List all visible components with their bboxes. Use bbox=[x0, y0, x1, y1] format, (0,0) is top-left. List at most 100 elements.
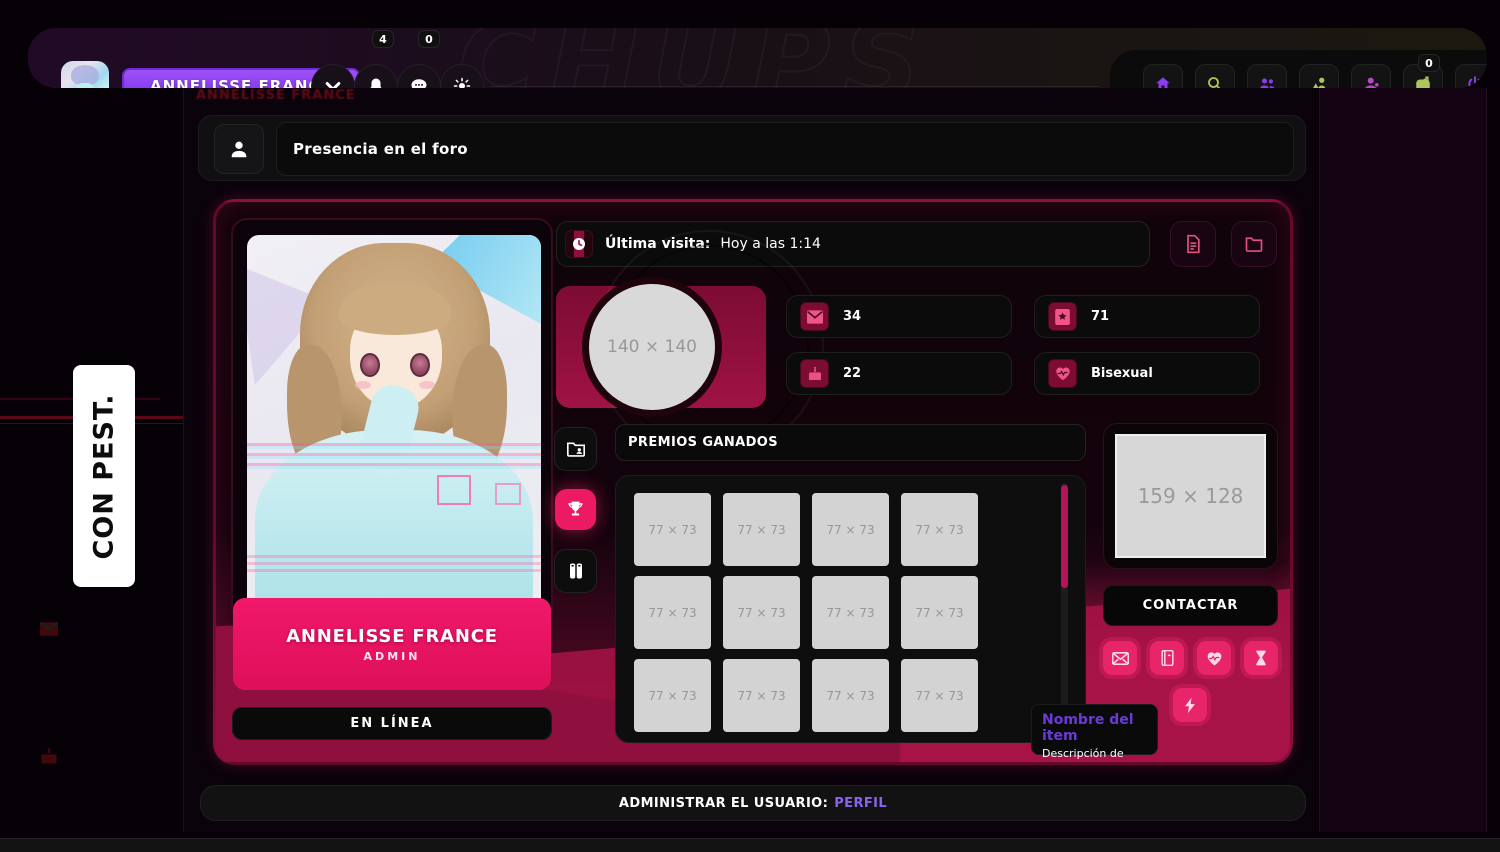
photo-art bbox=[360, 353, 380, 377]
award-slot[interactable]: 77 × 73 bbox=[812, 493, 889, 566]
lightning-icon bbox=[1183, 697, 1197, 714]
search-icon bbox=[1206, 75, 1224, 88]
stat-value: 22 bbox=[843, 366, 862, 381]
boost-button[interactable] bbox=[1173, 688, 1207, 722]
history-button[interactable] bbox=[1244, 641, 1278, 675]
awards-trophy-button[interactable] bbox=[555, 489, 596, 530]
award-slot[interactable]: 77 × 73 bbox=[634, 659, 711, 732]
award-slot[interactable]: 77 × 73 bbox=[723, 659, 800, 732]
award-slot[interactable]: 77 × 73 bbox=[723, 742, 800, 743]
envelope-icon bbox=[800, 302, 829, 331]
award-slot[interactable]: 77 × 73 bbox=[812, 742, 889, 743]
signature-image-placeholder: 159 × 128 bbox=[1115, 434, 1266, 558]
con-pest-banner: CON PEST. bbox=[73, 365, 135, 587]
wardrobe-icon bbox=[568, 562, 584, 580]
notifications-badge: 4 bbox=[372, 30, 394, 48]
nav-user-status-button[interactable] bbox=[1351, 64, 1391, 88]
photo-glitch bbox=[247, 443, 541, 469]
right-column-background bbox=[1320, 88, 1487, 832]
photo-art bbox=[339, 283, 451, 335]
nav-search-button[interactable] bbox=[1195, 64, 1235, 88]
envelope-icon bbox=[1111, 651, 1129, 665]
photo-art bbox=[410, 353, 430, 377]
bell-icon bbox=[367, 77, 385, 88]
award-slot[interactable]: 77 × 73 bbox=[901, 493, 978, 566]
stat-value: 34 bbox=[843, 309, 862, 324]
header-background-text: CHUPS bbox=[457, 28, 932, 88]
award-slot[interactable]: 77 × 73 bbox=[812, 659, 889, 732]
awards-grid: 77 × 73 77 × 73 77 × 73 77 × 73 77 × 73 77 × … bbox=[634, 493, 1059, 743]
section-title: Presencia en el foro bbox=[276, 122, 1294, 176]
clock-icon bbox=[565, 230, 593, 258]
awards-scrollbar[interactable] bbox=[1061, 483, 1068, 735]
award-slot[interactable]: 77 × 73 bbox=[901, 576, 978, 649]
mailbox-badge: 0 bbox=[1418, 54, 1440, 72]
stat-points: 71 bbox=[1034, 295, 1260, 338]
view-files-button[interactable] bbox=[1231, 221, 1277, 267]
admin-profile-link[interactable]: PERFIL bbox=[834, 796, 887, 811]
award-slot[interactable]: 77 × 73 bbox=[634, 493, 711, 566]
profile-panel: ANNELISSE FRANCE ADMIN EN LÍNEA Última v… bbox=[213, 199, 1293, 765]
online-status-button[interactable]: EN LÍNEA bbox=[232, 707, 552, 740]
wardrobe-button[interactable] bbox=[554, 549, 597, 593]
glitch-username-echo: ANNELISSE FRANCE bbox=[196, 88, 356, 103]
notifications-button[interactable] bbox=[354, 64, 398, 88]
photo-glitch bbox=[247, 555, 541, 573]
award-slot[interactable]: 77 × 73 bbox=[723, 493, 800, 566]
user-name: ANNELISSE FRANCE bbox=[286, 625, 498, 647]
send-message-button[interactable] bbox=[1103, 641, 1137, 675]
chevron-down-icon bbox=[323, 76, 343, 88]
admin-bar: ADMINISTRAR EL USUARIO: PERFIL bbox=[200, 785, 1306, 821]
nav-members-button[interactable] bbox=[1299, 64, 1339, 88]
top-header-bar: CHUPS ANNELISSE FRANCE 4 0 bbox=[28, 28, 1487, 88]
award-slot[interactable]: 77 × 73 bbox=[901, 659, 978, 732]
messages-badge: 0 bbox=[418, 30, 440, 48]
notes-button[interactable] bbox=[1150, 641, 1184, 675]
stat-messages: 34 bbox=[786, 295, 1012, 338]
photo-glitch bbox=[437, 475, 471, 505]
header-nav: 0 bbox=[1110, 50, 1487, 88]
admin-bar-label: ADMINISTRAR EL USUARIO: bbox=[618, 795, 829, 811]
award-slot[interactable]: 77 × 73 bbox=[723, 576, 800, 649]
mailbox-icon bbox=[1413, 75, 1433, 88]
document-icon bbox=[1183, 234, 1203, 254]
profile-photo bbox=[247, 235, 541, 611]
folder-user-icon bbox=[566, 440, 586, 458]
awards-folder-button[interactable] bbox=[554, 427, 597, 471]
users-icon bbox=[1258, 75, 1277, 88]
photo-art bbox=[419, 381, 435, 389]
ghost-envelope-icon bbox=[40, 622, 58, 636]
photo-glitch bbox=[495, 483, 521, 505]
user-name-plate: ANNELISSE FRANCE ADMIN bbox=[233, 598, 551, 690]
heartbeat-icon bbox=[1206, 651, 1223, 666]
stat-orientation: Bisexual bbox=[1034, 352, 1260, 395]
heartbeat-icon bbox=[1048, 359, 1077, 388]
stat-age: 22 bbox=[786, 352, 1012, 395]
nav-logout-button[interactable] bbox=[1455, 64, 1487, 88]
view-posts-button[interactable] bbox=[1170, 221, 1216, 267]
award-slot[interactable]: 77 × 73 bbox=[812, 576, 889, 649]
messages-button[interactable] bbox=[397, 64, 441, 88]
stat-value: Bisexual bbox=[1091, 366, 1153, 381]
award-slot[interactable]: 77 × 73 bbox=[634, 742, 711, 743]
like-button[interactable] bbox=[1197, 641, 1231, 675]
notebook-icon bbox=[1160, 650, 1175, 666]
hourglass-icon bbox=[1254, 650, 1268, 666]
trophy-icon bbox=[566, 500, 585, 519]
award-slot[interactable]: 77 × 73 bbox=[634, 576, 711, 649]
profile-page: CHUPS ANNELISSE FRANCE 4 0 bbox=[0, 0, 1500, 852]
awards-panel: 77 × 73 77 × 73 77 × 73 77 × 73 77 × 73 77 × … bbox=[615, 475, 1086, 743]
nav-users-button[interactable] bbox=[1247, 64, 1287, 88]
tooltip-description: Descripción de prueba bbox=[1042, 747, 1124, 762]
user-status-icon bbox=[1362, 75, 1381, 88]
power-icon bbox=[1466, 75, 1484, 88]
signature-image-box: 159 × 128 bbox=[1103, 423, 1278, 569]
footer-strip bbox=[0, 838, 1500, 852]
chat-bubble-icon bbox=[410, 77, 428, 88]
header-avatar[interactable] bbox=[61, 61, 109, 88]
section-user-icon-box bbox=[214, 124, 264, 174]
banner-text: CON PEST. bbox=[88, 392, 120, 560]
nav-home-button[interactable] bbox=[1143, 64, 1183, 88]
contact-button[interactable]: CONTACTAR bbox=[1103, 585, 1278, 626]
awards-scrollbar-thumb[interactable] bbox=[1061, 485, 1068, 588]
